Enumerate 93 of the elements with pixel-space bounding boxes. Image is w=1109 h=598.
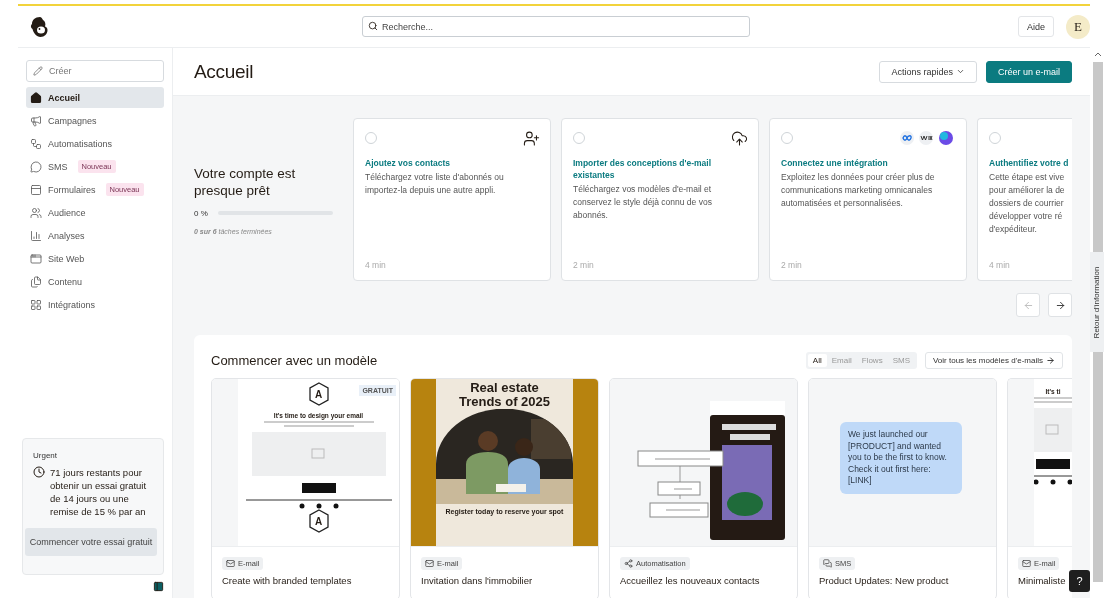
- task-description: Téléchargez votre liste d'abonnés ou importez-la depuis une autre appli.: [365, 171, 505, 197]
- nav-item[interactable]: Automatisations: [26, 133, 164, 154]
- help-fab[interactable]: ?: [1069, 570, 1090, 592]
- template-title: Minimaliste: [1018, 575, 1066, 586]
- task-duration: 2 min: [781, 260, 803, 270]
- template-title: Product Updates: New product: [819, 575, 949, 586]
- chevron-down-icon: [955, 67, 965, 76]
- task-status-radio[interactable]: [781, 132, 793, 144]
- nav-item[interactable]: Analyses: [26, 225, 164, 246]
- search-field[interactable]: Recherche...: [362, 16, 750, 37]
- urgent-label: Urgent: [33, 451, 58, 460]
- trial-message: 71 jours restants pour obtenir un essai gratuit de 14 jours ou une remise de 15 % par an: [50, 466, 148, 518]
- task-card[interactable]: Importer des conceptions d'e-mail existantes Téléchargez vos modèles d'e-mail et conservez le style déjà connu de vos abonnés. 2 min: [561, 118, 759, 281]
- feedback-tab[interactable]: Retour d'information: [1090, 252, 1104, 352]
- task-card[interactable]: Connectez une intégration Exploitez les données pour créer plus de communications marketing omnicanales automatisées et personnalisées. 2 min: [769, 118, 967, 281]
- help-button[interactable]: Aide: [1018, 16, 1054, 37]
- share-icon: [624, 559, 633, 568]
- task-title[interactable]: Ajoutez vos contacts: [365, 157, 540, 169]
- nav-label: Intégrations: [48, 299, 96, 310]
- arrow-right-icon: [1054, 299, 1066, 311]
- start-trial-button[interactable]: Commencer votre essai gratuit: [25, 528, 157, 556]
- task-card[interactable]: Authentifiez votre d Cette étape est vive pour améliorer la de dossiers de courrier développer votre ré d'expéditeur. 4 min: [977, 118, 1072, 281]
- task-description: Cette étape est vive pour améliorer la de dossiers de courrier développer votre ré d'expéditeur.: [989, 171, 1066, 236]
- files-icon: [30, 275, 42, 288]
- previous-button[interactable]: [1016, 293, 1040, 317]
- sms-bubble: We just launched our [PRODUCT] and wanted you to be the first to know. Check it out first here: [LINK]: [840, 422, 962, 494]
- quick-actions-button[interactable]: Actions rapides: [879, 60, 977, 83]
- task-title[interactable]: Authentifiez votre d: [989, 157, 1072, 169]
- task-status-radio[interactable]: [365, 132, 377, 144]
- section-title: Commencer avec un modèle: [211, 353, 378, 368]
- pencil-icon: [33, 66, 43, 76]
- see-all-link[interactable]: Voir tous les modèles d'e-mails: [924, 352, 1063, 369]
- nav-item[interactable]: Intégrations: [26, 294, 164, 315]
- nav-label: Campagnes: [48, 115, 97, 126]
- hexagon-logo: A: [307, 382, 330, 406]
- form-icon: [30, 183, 42, 196]
- cloud-upload-icon: [731, 129, 748, 147]
- nav-item[interactable]: Accueil: [26, 87, 164, 108]
- create-field[interactable]: Créer: [26, 60, 164, 82]
- next-button[interactable]: [1048, 293, 1072, 317]
- hexagon-logo: A: [307, 509, 330, 533]
- template-title: Invitation dans l'immobilier: [421, 575, 533, 586]
- grid-icon: [30, 298, 42, 311]
- add-user-icon: [523, 129, 540, 147]
- nav-label: Audience: [48, 207, 86, 218]
- home-icon: [30, 91, 42, 104]
- nav-label: SMS: [48, 161, 68, 172]
- mail-icon: [425, 559, 434, 568]
- create-email-button[interactable]: Créer un e-mail: [985, 60, 1072, 83]
- chat-icon: [30, 160, 42, 173]
- nav-item[interactable]: Contenu: [26, 271, 164, 292]
- page-title: Accueil: [194, 60, 254, 83]
- nav-label: Analyses: [48, 230, 85, 241]
- clock-icon: [33, 466, 45, 478]
- preview-heading: Real estate Trends of 2025: [458, 381, 550, 409]
- task-duration: 4 min: [365, 260, 387, 270]
- user-avatar[interactable]: E: [1066, 14, 1090, 39]
- nav-item[interactable]: Audience: [26, 202, 164, 223]
- task-title[interactable]: Importer des conceptions d'e-mail existantes: [573, 157, 748, 181]
- people-icon: [30, 206, 42, 219]
- search-icon: [368, 21, 378, 31]
- workflow-icon: [30, 137, 42, 150]
- progress-percent: 0 %: [194, 208, 208, 218]
- onboarding-title: Votre compte est presque prêt: [194, 164, 297, 199]
- arrow-left-icon: [1022, 299, 1034, 311]
- mail-icon: [1022, 559, 1031, 568]
- nav-item[interactable]: Campagnes: [26, 110, 164, 131]
- megaphone-icon: [30, 114, 42, 127]
- monkey-logo-icon[interactable]: [30, 15, 50, 38]
- template-title: Create with branded templates: [222, 575, 352, 586]
- bar-chart-icon: [30, 229, 42, 242]
- nav-label: Contenu: [48, 276, 83, 287]
- nav-label: Formulaires: [48, 184, 96, 195]
- panel-toggle-icon[interactable]: [153, 581, 164, 592]
- task-duration: 2 min: [573, 260, 595, 270]
- window-icon: [30, 252, 42, 265]
- task-duration: 4 min: [989, 260, 1011, 270]
- task-title[interactable]: Connectez une intégration: [781, 157, 956, 169]
- app-logos-icon: [900, 131, 956, 145]
- nav-label: Site Web: [48, 253, 85, 264]
- task-description: Téléchargez vos modèles d'e-mail et conservez le style déjà connu de vos abonnés.: [573, 183, 713, 222]
- task-status-radio[interactable]: [989, 132, 1001, 144]
- chat-icon: [823, 559, 832, 568]
- nav-label: Automatisations: [48, 138, 113, 149]
- task-card[interactable]: Ajoutez vos contacts Téléchargez votre liste d'abonnés ou importez-la depuis une autre appli. 4 min: [353, 118, 551, 281]
- mail-icon: [226, 559, 235, 568]
- nav-item[interactable]: Site Web: [26, 248, 164, 269]
- task-status-radio[interactable]: [573, 132, 585, 144]
- task-description: Exploitez les données pour créer plus de communications marketing omnicanales automatisées et personnalisées.: [781, 171, 936, 210]
- nav-label: Accueil: [48, 92, 80, 103]
- arrow-right-icon: [1046, 356, 1055, 365]
- filter-tab[interactable]: All: [807, 354, 827, 367]
- template-title: Accueillez les nouveaux contacts: [620, 575, 760, 586]
